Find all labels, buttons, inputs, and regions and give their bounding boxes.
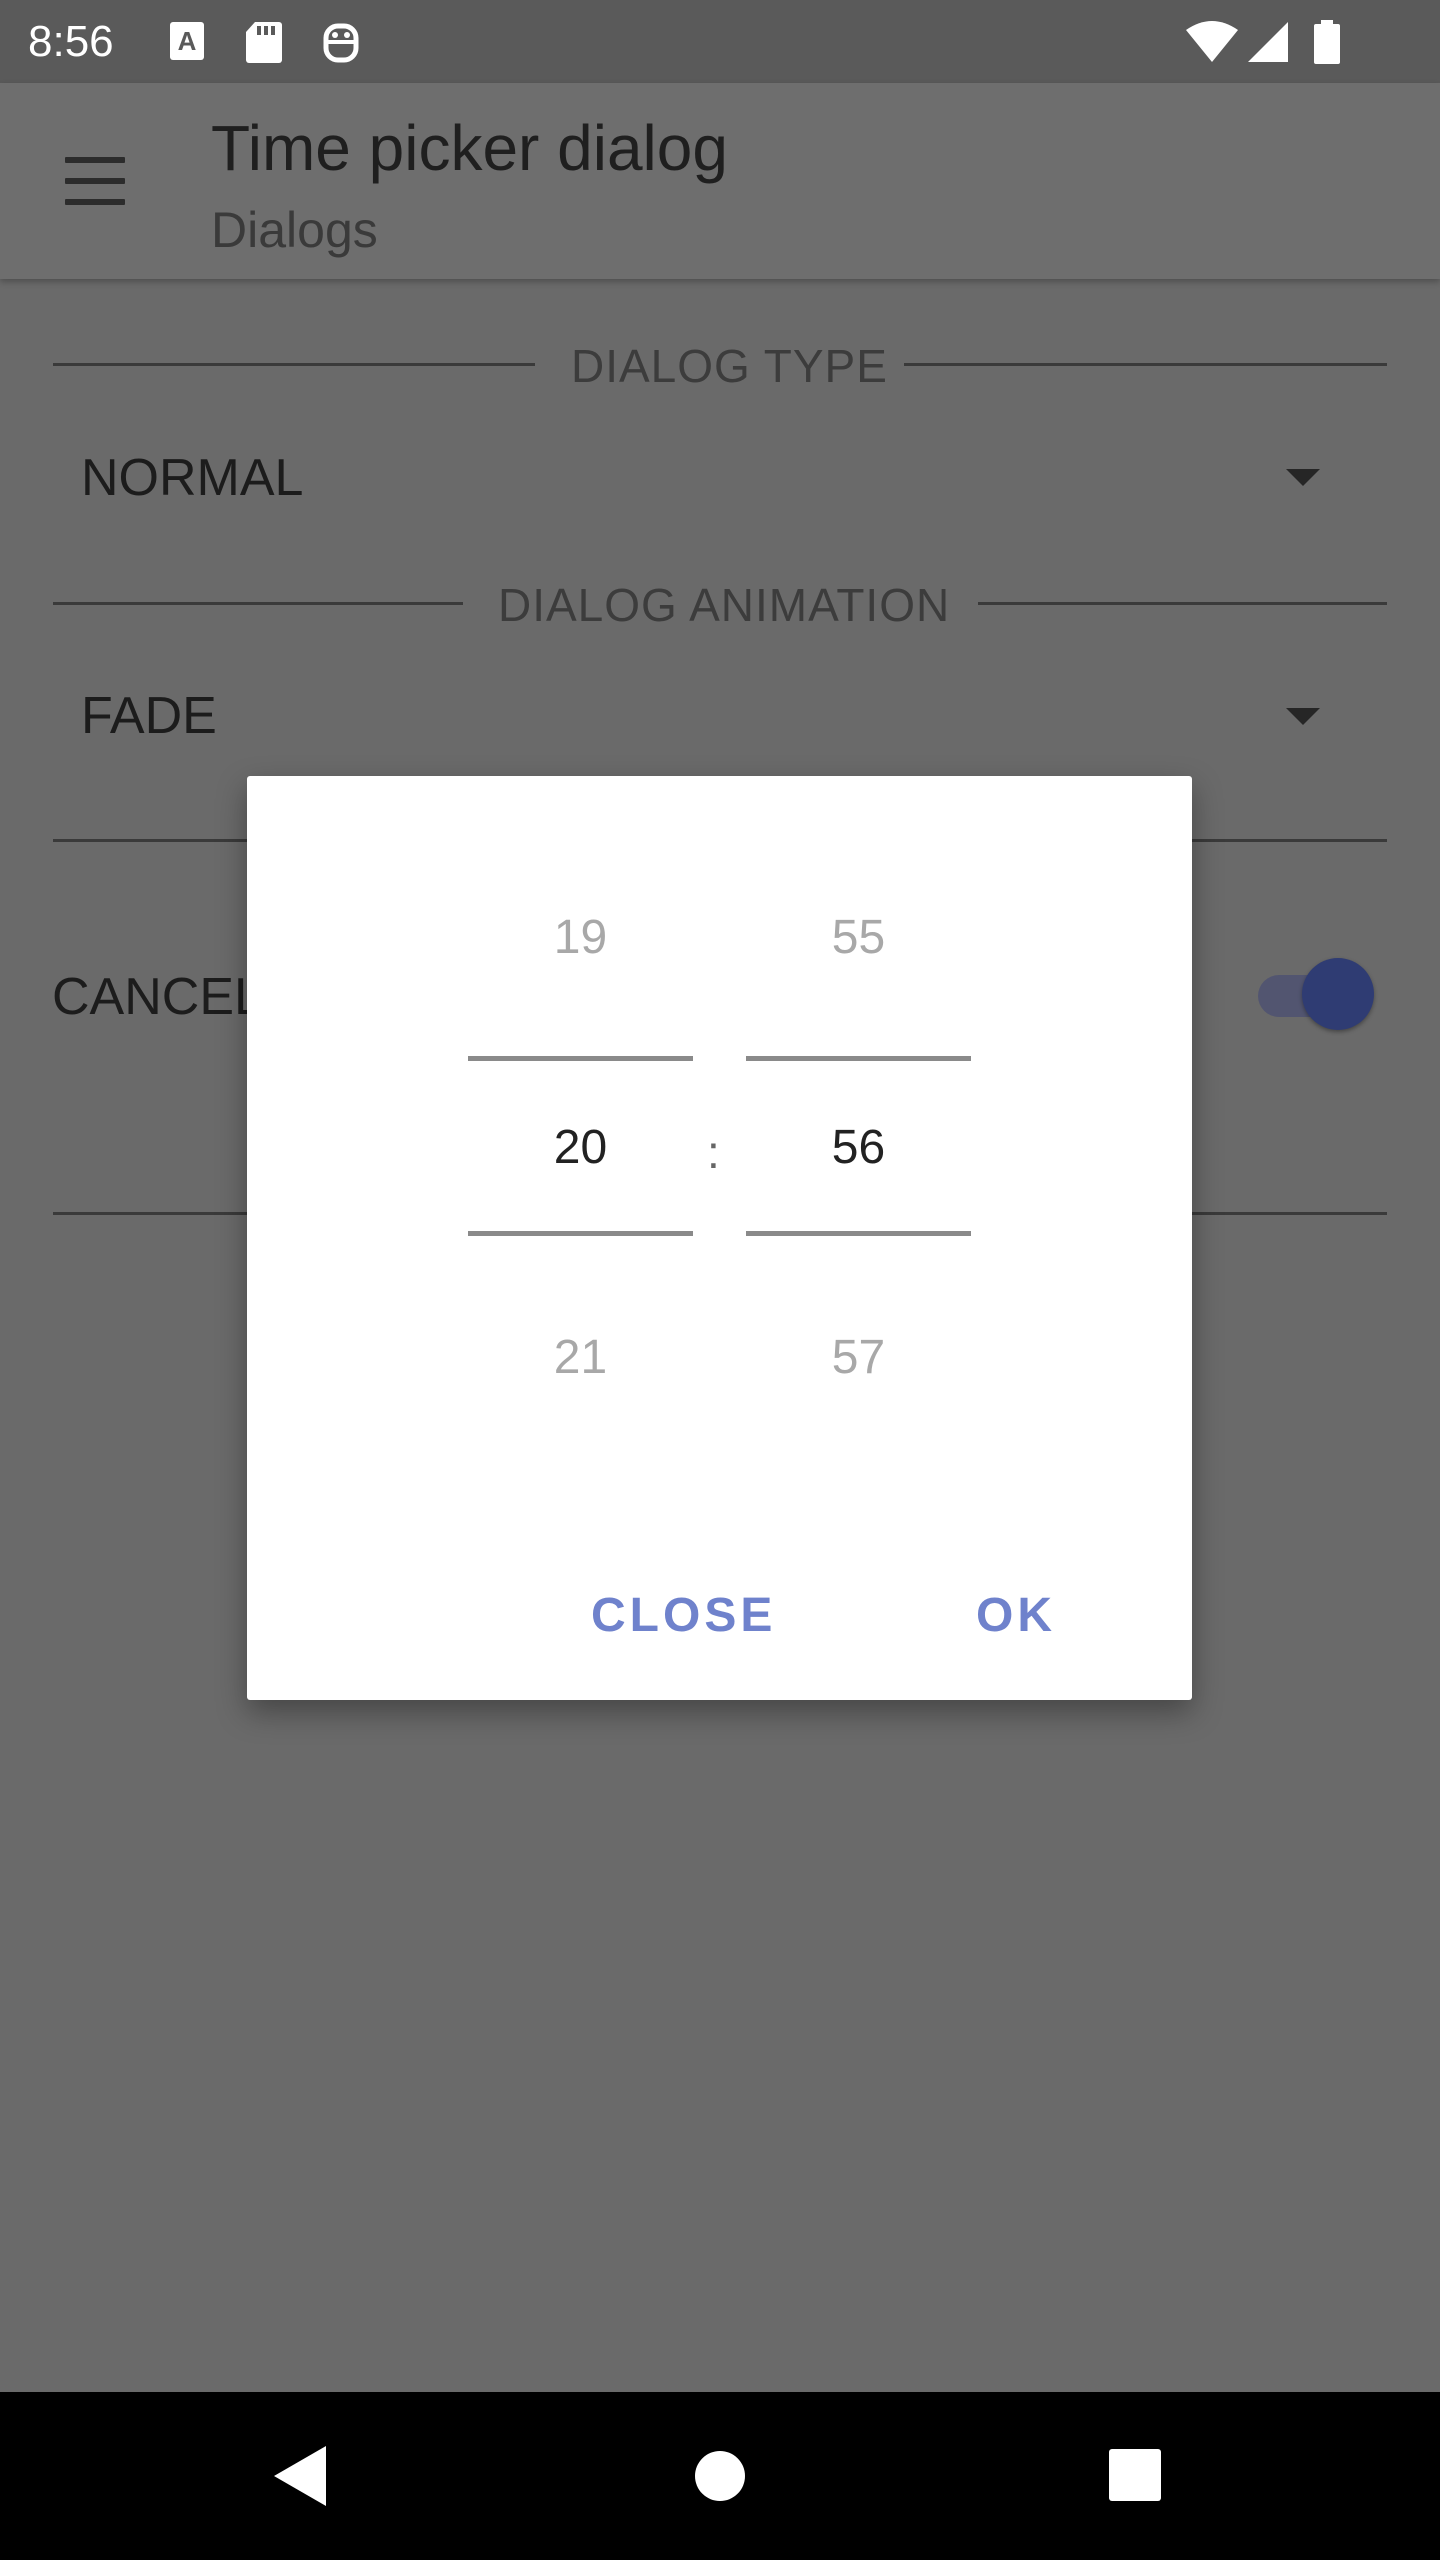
divider <box>53 602 463 605</box>
home-icon[interactable] <box>694 2450 746 2502</box>
page-title: Time picker dialog <box>211 112 728 184</box>
dialog-animation-dropdown[interactable]: FADE <box>53 668 1387 764</box>
close-button[interactable]: CLOSE <box>591 1586 776 1646</box>
svg-text:A: A <box>178 26 197 56</box>
minute-selection-line-top <box>746 1056 971 1061</box>
recents-icon[interactable] <box>1108 2448 1162 2502</box>
navigation-bar <box>0 2392 1440 2560</box>
dropdown-arrow-icon <box>1286 708 1320 725</box>
divider <box>978 602 1387 605</box>
status-bar: 8:56 A <box>0 0 1440 83</box>
hour-selection-line-top <box>468 1056 693 1061</box>
dialog-animation-label: DIALOG ANIMATION <box>498 579 951 631</box>
page-subtitle: Dialogs <box>211 202 378 258</box>
dropdown-arrow-icon <box>1286 469 1320 486</box>
toggle-knob <box>1302 958 1374 1030</box>
battery-icon <box>1314 20 1340 64</box>
sd-card-icon <box>246 22 282 63</box>
cancelable-label: CANCEL <box>52 968 263 1026</box>
time-separator: : <box>707 1126 720 1178</box>
wifi-icon <box>1186 21 1238 62</box>
signal-icon <box>1248 22 1288 62</box>
hour-prev[interactable]: 19 <box>468 908 693 968</box>
minute-selection-line-bottom <box>746 1231 971 1236</box>
minute-prev[interactable]: 55 <box>746 908 971 968</box>
menu-icon[interactable] <box>60 153 130 209</box>
minute-next[interactable]: 57 <box>746 1328 971 1388</box>
dialog-animation-value: FADE <box>81 687 217 745</box>
hour-selection-line-bottom <box>468 1231 693 1236</box>
a-notification-icon: A <box>170 22 204 60</box>
robot-icon <box>323 23 359 63</box>
divider <box>53 363 535 366</box>
back-icon[interactable] <box>272 2444 328 2508</box>
minute-selected[interactable]: 56 <box>746 1118 971 1178</box>
dialog-type-dropdown[interactable]: NORMAL <box>53 430 1387 526</box>
time-picker-dialog <box>247 776 1192 1700</box>
cancelable-toggle[interactable] <box>1250 950 1380 1040</box>
dialog-type-label: DIALOG TYPE <box>571 340 888 392</box>
ok-button[interactable]: OK <box>976 1586 1056 1646</box>
status-time: 8:56 <box>28 17 114 66</box>
dialog-type-value: NORMAL <box>81 449 304 507</box>
hour-selected[interactable]: 20 <box>468 1118 693 1178</box>
divider <box>904 363 1387 366</box>
hour-next[interactable]: 21 <box>468 1328 693 1388</box>
